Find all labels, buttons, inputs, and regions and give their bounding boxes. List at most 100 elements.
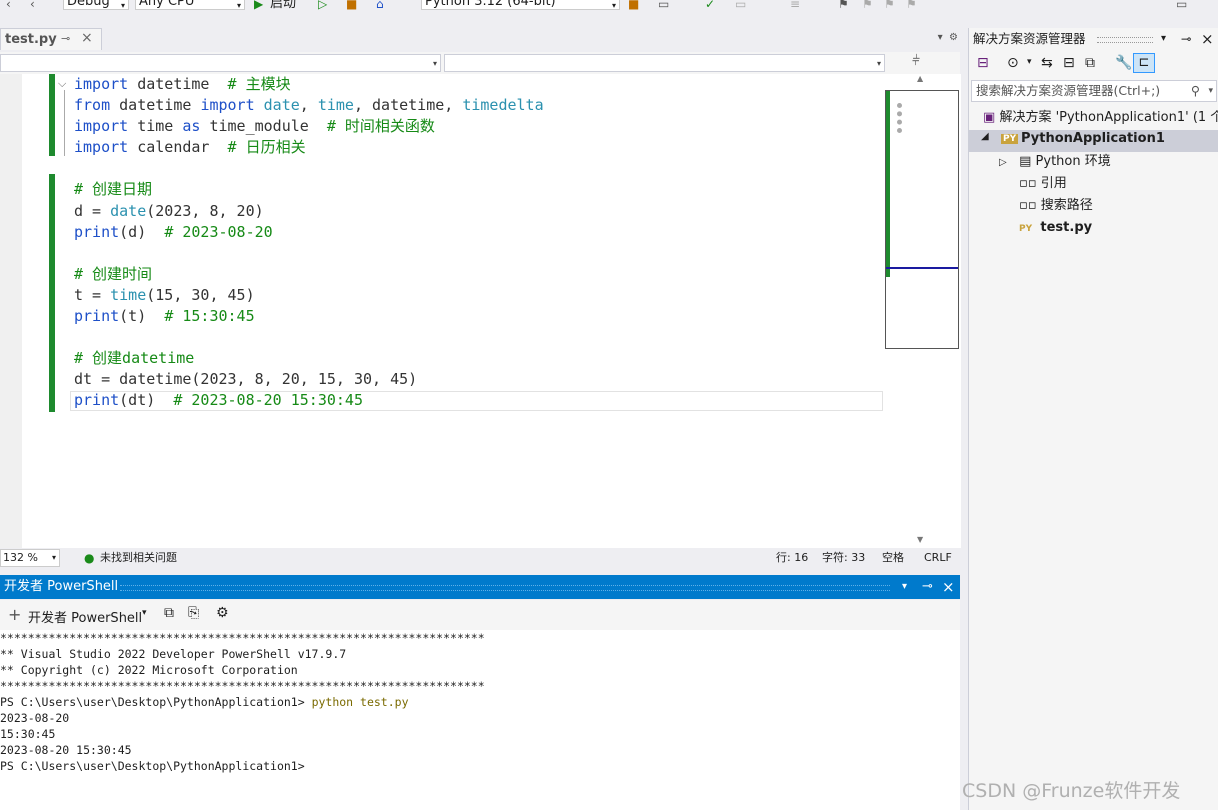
search-placeholder: 搜索解决方案资源管理器(Ctrl+;) — [976, 83, 1161, 98]
add-icon[interactable]: + — [8, 605, 21, 624]
environment-dropdown[interactable]: Python 3.12 (64-bit) ▾ — [421, 0, 620, 10]
indent-icon[interactable]: ≡ — [790, 0, 800, 11]
whitespace-indicator[interactable]: 空格 — [882, 548, 904, 568]
back-icon[interactable]: ‹ — [6, 0, 11, 11]
minimap-viewport[interactable] — [885, 90, 959, 349]
collapse-icon[interactable]: ⌵ — [58, 77, 66, 91]
powershell-console[interactable]: ****************************************… — [0, 630, 960, 810]
console-line: ****************************************… — [0, 679, 485, 693]
open-interactive-icon[interactable]: ■ — [628, 0, 639, 11]
editor-margin — [0, 74, 22, 548]
close-icon[interactable]: × — [81, 30, 93, 46]
code-token: # 主模块 — [227, 75, 291, 93]
scroll-down-icon[interactable]: ▼ — [917, 535, 923, 544]
bookmark-next-icon[interactable]: ⚑ — [884, 0, 895, 11]
code-line: dt = datetime(2023, 8, 20, 15, 30, 45) — [74, 369, 544, 390]
comment-icon[interactable]: ▭ — [735, 0, 746, 11]
pin-icon[interactable]: ⊸ — [1181, 28, 1191, 50]
code-token: timedelta — [462, 96, 544, 115]
check-icon[interactable]: ✓ — [705, 0, 715, 11]
show-all-files-icon[interactable]: ⧉ — [1085, 55, 1095, 71]
console-line: 2023-08-20 15:30:45 — [0, 743, 132, 757]
preview-icon[interactable]: ⊏ — [1133, 53, 1155, 73]
minimap-change-bar — [886, 91, 890, 277]
gear-icon[interactable]: ⚙ — [216, 605, 229, 621]
member-dropdown[interactable]: ▾ — [444, 54, 885, 72]
gear-icon[interactable]: ⚙ — [949, 32, 958, 43]
console-line: ** Copyright (c) 2022 Microsoft Corporat… — [0, 663, 298, 677]
paste-icon[interactable]: ⎘ — [188, 605, 199, 621]
line-ending-indicator[interactable]: CRLF — [924, 548, 952, 568]
issues-status[interactable]: 未找到相关问题 — [100, 548, 177, 568]
start-without-debug-icon[interactable]: ▷ — [318, 0, 327, 11]
chevron-down-icon[interactable]: ▾ — [938, 32, 943, 43]
code-token: dt = datetime(2023, 8, 20, 15, 30, 45) — [74, 370, 418, 389]
browser-icon[interactable]: ⌂ — [376, 0, 384, 11]
code-line: import time as time_module # 时间相关函数 — [74, 116, 544, 137]
attach-icon[interactable]: ■ — [346, 0, 357, 11]
pin-icon[interactable]: ⊸ — [61, 32, 70, 45]
switch-views-icon[interactable]: ⊟ — [977, 55, 989, 71]
chevron-down-icon[interactable]: ▾ — [1027, 57, 1032, 67]
tree-item-python-env[interactable]: ▷ ▤ Python 环境 — [999, 152, 1111, 173]
solution-icon: ▣ — [983, 110, 996, 125]
solution-search-input[interactable]: 搜索解决方案资源管理器(Ctrl+;) ⚲ ▾ — [971, 80, 1217, 102]
scroll-up-icon[interactable]: ▲ — [917, 74, 923, 83]
pin-icon[interactable]: ⊸ — [922, 575, 933, 599]
sync-icon[interactable]: ⇆ — [1041, 55, 1053, 71]
code-token: datetime — [128, 75, 228, 93]
python-project-icon: PY — [1001, 134, 1019, 144]
new-terminal-button[interactable]: 开发者 PowerShell — [28, 607, 142, 626]
code-token: (d) — [119, 222, 165, 241]
collapse-all-icon[interactable]: ⊟ — [1063, 55, 1075, 71]
tab-title: test.py — [5, 32, 57, 47]
check-circle-icon: ● — [84, 551, 95, 565]
chevron-down-icon[interactable]: ▾ — [902, 575, 907, 599]
start-icon[interactable]: ▶ — [254, 0, 263, 11]
window-icon[interactable]: ▭ — [1176, 0, 1187, 11]
properties-icon[interactable]: 🔧 — [1115, 55, 1132, 71]
bookmark-prev-icon[interactable]: ⚑ — [862, 0, 873, 11]
console-line: 2023-08-20 — [0, 711, 70, 725]
tree-item-references[interactable]: ▫▫ 引用 — [1019, 174, 1067, 194]
tab-test-py[interactable]: test.py ⊸ × — [0, 28, 102, 50]
bookmark-icon[interactable]: ⚑ — [838, 0, 849, 11]
code-token: # 创建时间 — [74, 264, 153, 283]
code-token: (t) — [119, 307, 165, 326]
chevron-down-icon[interactable]: ▾ — [1208, 81, 1213, 101]
solution-label: 解决方案 'PythonApplication1' (1 个 — [999, 110, 1218, 125]
close-icon[interactable]: × — [942, 575, 955, 599]
code-token: , datetime, — [353, 96, 463, 115]
code-token: # 创建日期 — [74, 180, 153, 199]
solution-explorer-toolbar: ⊟ ⊙ ▾ ⇆ ⊟ ⧉ 🔧 ⊏ — [969, 52, 1218, 78]
minimap-scrollbar[interactable]: ▲ ▼ — [885, 74, 961, 548]
chevron-down-icon[interactable]: ▾ — [1161, 28, 1166, 50]
history-icon[interactable]: ⊙ — [1007, 55, 1019, 71]
config-dropdown[interactable]: Debug ▾ — [63, 0, 129, 10]
split-editor-icon[interactable]: ⫩ — [912, 53, 920, 69]
layout-icon[interactable]: ▭ — [658, 0, 669, 11]
zoom-dropdown[interactable]: 132 % ▾ — [0, 549, 60, 567]
code-editor[interactable]: ⌵ import datetime # 主模块 from datetime imp… — [0, 74, 885, 548]
expand-triangle-icon[interactable]: ◢ — [981, 131, 989, 142]
copy-icon[interactable]: ⧉ — [164, 605, 174, 621]
forward-icon[interactable]: ‹ — [30, 0, 35, 11]
bookmark-clear-icon[interactable]: ⚑ — [906, 0, 917, 11]
scope-dropdown[interactable]: ▾ — [0, 54, 441, 72]
tree-item-label: 引用 — [1040, 176, 1067, 191]
tree-solution[interactable]: ▣ 解决方案 'PythonApplication1' (1 个 — [983, 108, 1218, 128]
search-icon[interactable]: ⚲ — [1191, 81, 1200, 101]
title-grip — [120, 585, 890, 591]
chevron-down-icon[interactable]: ▾ — [142, 608, 147, 618]
line-indicator[interactable]: 行: 16 — [776, 548, 808, 568]
tree-item-search-paths[interactable]: ▫▫ 搜索路径 — [1019, 196, 1093, 216]
code-line: print(t) # 15:30:45 — [74, 306, 544, 327]
code-line: print(d) # 2023-08-20 — [74, 222, 544, 243]
tree-project-row[interactable]: ◢ PY PythonApplication1 — [969, 130, 1218, 152]
start-button[interactable]: 启动 — [270, 0, 296, 11]
tree-item-test-py[interactable]: PY test.py — [1019, 218, 1092, 239]
platform-dropdown[interactable]: Any CPU ▾ — [135, 0, 245, 10]
char-indicator[interactable]: 字符: 33 — [822, 548, 865, 568]
close-icon[interactable]: × — [1201, 28, 1214, 50]
collapsed-triangle-icon[interactable]: ▷ — [999, 157, 1007, 168]
